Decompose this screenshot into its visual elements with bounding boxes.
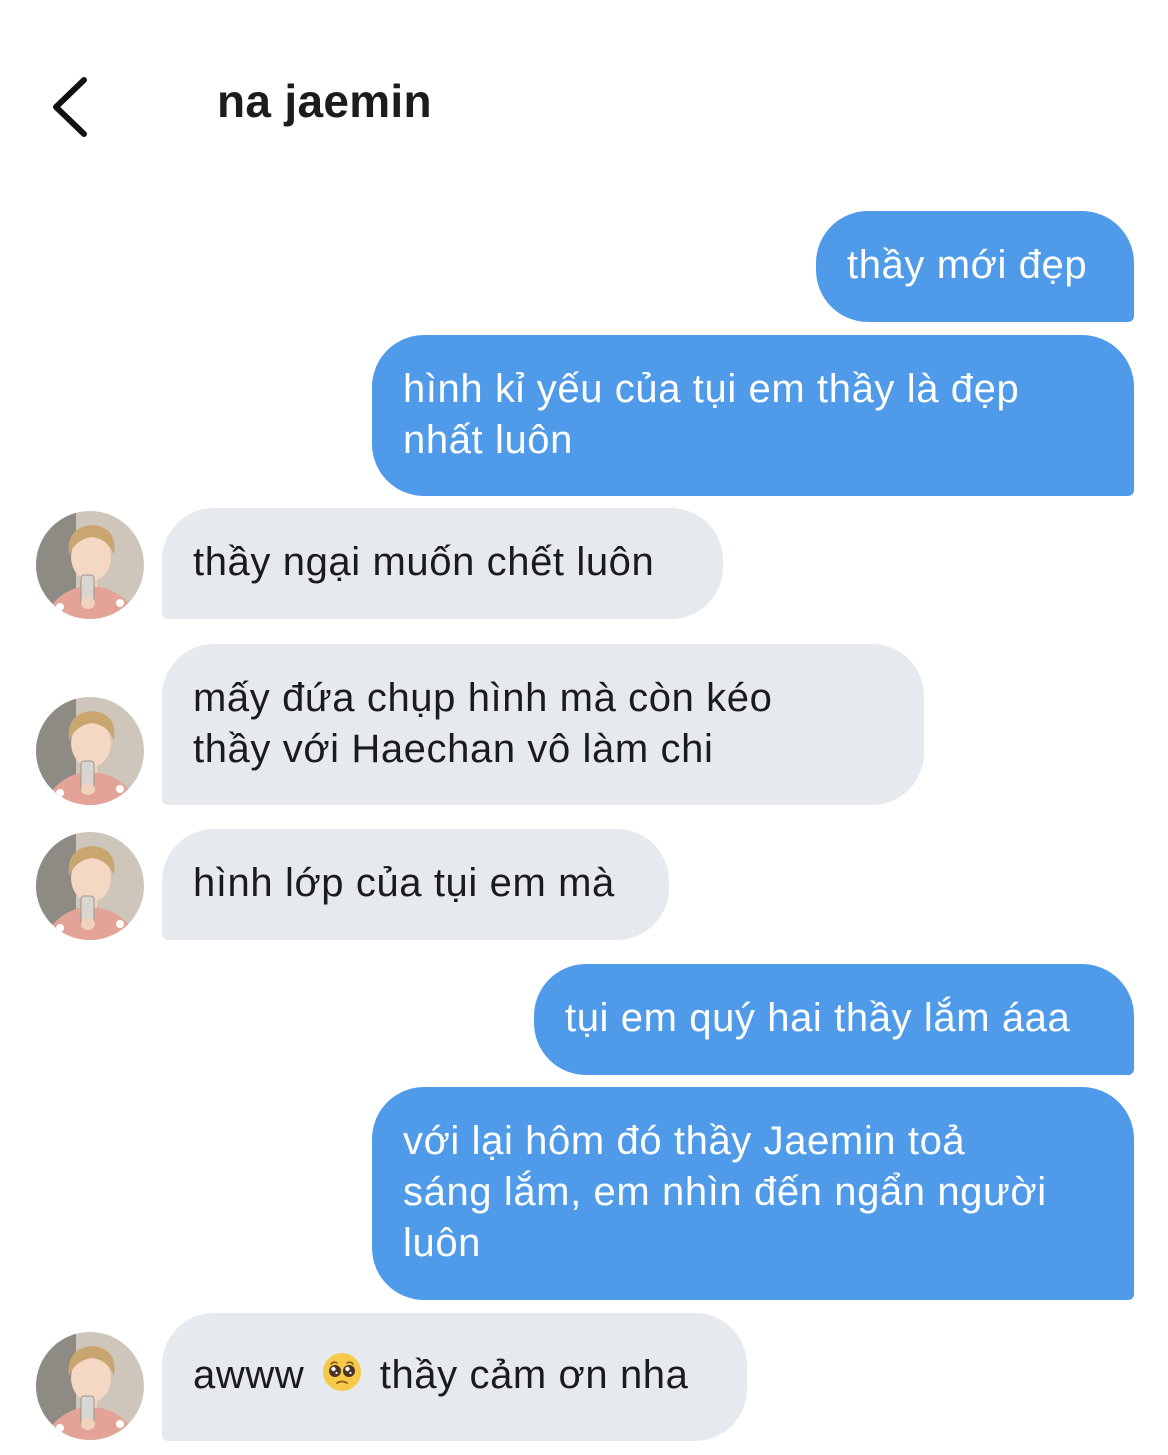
message-bubble-incoming[interactable]: thầy ngại muốn chết luôn: [162, 508, 723, 619]
back-button[interactable]: [30, 62, 110, 152]
avatar-photo: [36, 1332, 144, 1440]
message-line: với lại hôm đó thầy Jaemin toả: [403, 1119, 966, 1163]
avatar[interactable]: [36, 832, 144, 940]
message-bubble-incoming[interactable]: awww thầy cảm ơn nha: [162, 1313, 747, 1441]
message-line: nhất luôn: [403, 418, 573, 462]
message-text: hình lớp của tụi em mà: [193, 861, 615, 905]
message-line: hình kỉ yếu của tụi em thầy là đẹp: [403, 367, 1020, 411]
message-bubble-incoming[interactable]: mấy đứa chụp hình mà còn kéo thầy với Ha…: [162, 644, 924, 805]
message-bubble-outgoing[interactable]: tụi em quý hai thầy lắm áaa: [534, 964, 1134, 1075]
message-line: thầy với Haechan vô làm chi: [193, 727, 714, 771]
pleading-face-emoji-icon: [323, 1353, 362, 1391]
avatar[interactable]: [36, 511, 144, 619]
avatar-photo: [36, 697, 144, 805]
avatar[interactable]: [36, 1332, 144, 1440]
message-text: awww: [193, 1353, 305, 1397]
message-bubble-incoming[interactable]: hình lớp của tụi em mà: [162, 829, 669, 940]
avatar-photo: [36, 832, 144, 940]
message-bubble-outgoing[interactable]: hình kỉ yếu của tụi em thầy là đẹp nhất …: [372, 335, 1134, 496]
avatar-photo: [36, 511, 144, 619]
chat-screen: na jaemin thầy mới đẹp hình kỉ yếu của t…: [0, 0, 1168, 1455]
message-text: thầy mới đẹp: [847, 243, 1088, 287]
message-line: luôn: [403, 1221, 482, 1265]
chevron-left-icon: [53, 77, 87, 137]
message-line: mấy đứa chụp hình mà còn kéo: [193, 676, 773, 720]
chat-title: na jaemin: [217, 75, 432, 127]
message-text: thầy cảm ơn nha: [379, 1353, 689, 1397]
message-text: tụi em quý hai thầy lắm áaa: [565, 996, 1071, 1040]
message-text: thầy ngại muốn chết luôn: [193, 540, 655, 584]
avatar[interactable]: [36, 697, 144, 805]
message-line: sáng lắm, em nhìn đến ngẩn người: [403, 1170, 1047, 1214]
message-bubble-outgoing[interactable]: với lại hôm đó thầy Jaemin toả sáng lắm,…: [372, 1087, 1134, 1300]
message-bubble-outgoing[interactable]: thầy mới đẹp: [816, 211, 1134, 322]
